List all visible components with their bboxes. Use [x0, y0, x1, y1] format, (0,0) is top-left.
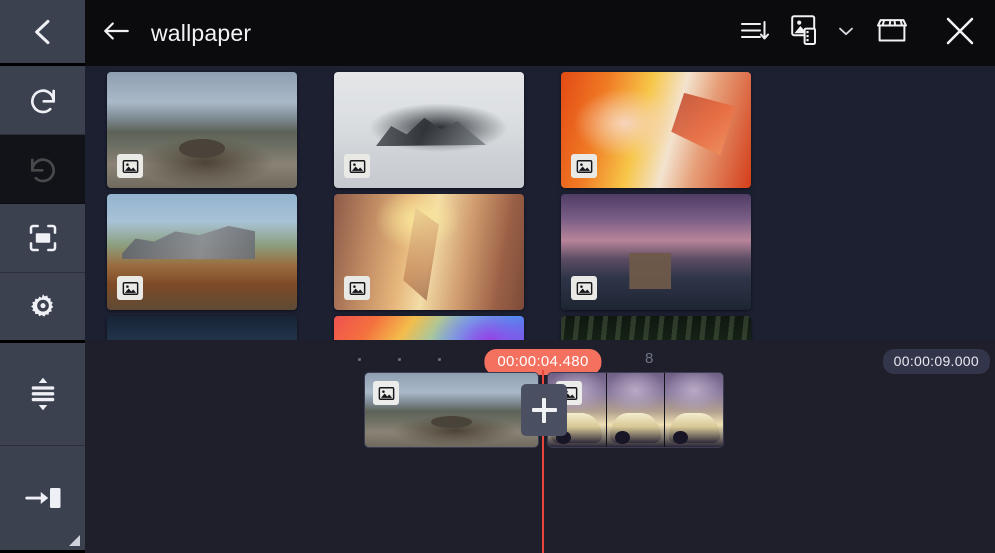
redo-button[interactable] [0, 135, 85, 204]
media-item[interactable] [561, 316, 788, 340]
media-item[interactable] [107, 72, 334, 194]
media-thumbnail-art [107, 316, 297, 340]
settings-button[interactable] [0, 273, 85, 343]
media-grid [85, 66, 995, 340]
ruler-tick-dot [398, 358, 401, 361]
vertical-adjust-icon [27, 377, 59, 411]
media-item[interactable] [334, 72, 561, 194]
media-item[interactable] [334, 194, 561, 316]
media-item[interactable] [107, 316, 334, 340]
photo-icon [117, 276, 143, 300]
slot-canyon-photo[interactable] [334, 194, 524, 310]
ruler-tick-label: 8 [645, 350, 653, 367]
media-browser-header: wallpaper [85, 0, 995, 66]
media-item[interactable] [334, 316, 561, 340]
image-clip[interactable] [364, 372, 539, 448]
resize-grip-icon[interactable] [69, 535, 80, 546]
timeline-panel[interactable]: 8 00:00:04.480 00:00:09.000 [85, 340, 995, 553]
total-duration-badge: 00:00:09.000 [883, 349, 990, 374]
gear-icon [27, 291, 59, 323]
media-thumbnail-art [334, 316, 524, 340]
media-type-filter-button[interactable] [783, 0, 833, 66]
sort-descending-icon [740, 17, 770, 50]
left-toolbar [0, 0, 85, 553]
media-thumbnail-art [561, 316, 751, 340]
media-type-chevron[interactable] [833, 0, 859, 66]
chevron-down-icon [838, 24, 854, 42]
undo-button[interactable] [0, 66, 85, 135]
image-video-icon [791, 15, 825, 52]
video-frame [607, 373, 666, 447]
page-title: wallpaper [151, 20, 727, 47]
video-frame [665, 373, 723, 447]
photo-icon [571, 154, 597, 178]
back-button[interactable] [85, 0, 147, 66]
rainbow-gradient-photo[interactable] [334, 316, 524, 340]
timeline-track[interactable] [85, 372, 995, 454]
foggy-mountain-photo[interactable] [334, 72, 524, 188]
video-clip[interactable] [547, 372, 724, 448]
redo-icon [27, 153, 59, 185]
adjust-tracks-button[interactable] [0, 343, 85, 446]
collapse-panel-button[interactable] [0, 0, 85, 66]
fit-to-screen-button[interactable] [0, 204, 85, 273]
photo-icon [344, 276, 370, 300]
dark-forest-photo[interactable] [561, 316, 751, 340]
undo-icon [27, 84, 59, 116]
sort-button[interactable] [727, 0, 783, 66]
photo-icon [373, 381, 399, 405]
media-item[interactable] [561, 194, 788, 316]
photo-icon [571, 276, 597, 300]
great-wall-night-photo[interactable] [561, 194, 751, 310]
export-button[interactable] [0, 446, 85, 550]
photo-icon [117, 154, 143, 178]
photo-icon [344, 154, 370, 178]
add-transition-button[interactable] [521, 384, 567, 436]
storefront-icon [875, 16, 909, 51]
mountain-lake-photo[interactable] [107, 72, 297, 188]
back-arrow-icon [101, 18, 131, 49]
close-x-icon [943, 14, 977, 53]
chevron-left-icon [26, 15, 60, 49]
store-button[interactable] [859, 0, 925, 66]
export-arrow-icon [24, 483, 62, 513]
snowy-peak-photo[interactable] [107, 316, 297, 340]
media-library-panel[interactable] [85, 66, 995, 340]
great-wall-autumn-photo[interactable] [107, 194, 297, 310]
media-item[interactable] [561, 72, 788, 194]
media-item[interactable] [107, 194, 334, 316]
plus-icon-vertical [542, 398, 546, 423]
orange-canyon-photo[interactable] [561, 72, 751, 188]
close-button[interactable] [925, 0, 995, 66]
video-editor-window: wallpaper [0, 0, 995, 553]
ruler-tick-dot [438, 358, 441, 361]
ruler-tick-dot [358, 358, 361, 361]
crop-frame-icon [27, 222, 59, 254]
